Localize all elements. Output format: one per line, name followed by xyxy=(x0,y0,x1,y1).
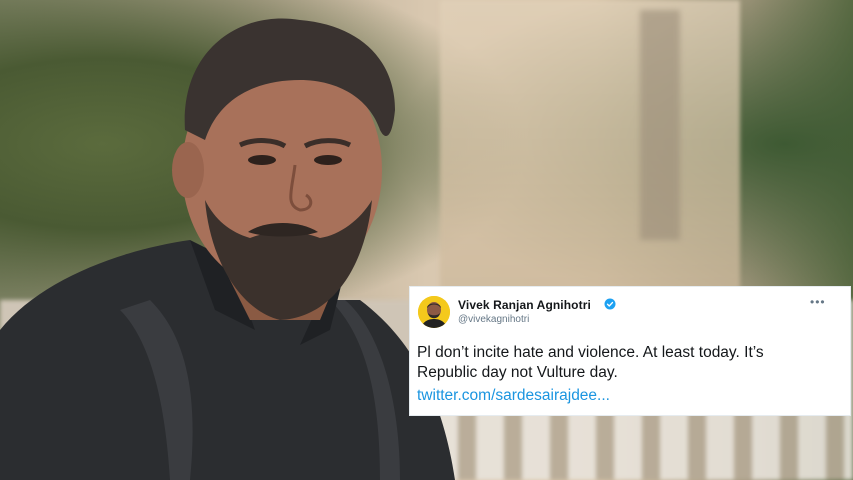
avatar[interactable] xyxy=(418,296,450,328)
tweet-text-line-2: Republic day not Vulture day. xyxy=(417,364,618,381)
verified-badge-icon xyxy=(604,298,616,310)
portrait-person xyxy=(0,18,455,480)
background-building xyxy=(440,0,740,300)
more-options-icon[interactable]: ••• xyxy=(810,295,826,309)
tweet-card[interactable]: Vivek Ranjan Agnihotri @vivekagnihotri •… xyxy=(410,287,850,415)
display-name[interactable]: Vivek Ranjan Agnihotri xyxy=(458,298,591,312)
tweet-text: Pl don’t incite hate and violence. At le… xyxy=(417,343,837,383)
tweet-text-line-1: Pl don’t incite hate and violence. At le… xyxy=(417,344,764,361)
user-handle[interactable]: @vivekagnihotri xyxy=(458,314,529,325)
tweet-link[interactable]: twitter.com/sardesairajdee... xyxy=(417,387,610,405)
avatar-person-icon xyxy=(418,296,450,328)
background-window xyxy=(640,10,680,240)
